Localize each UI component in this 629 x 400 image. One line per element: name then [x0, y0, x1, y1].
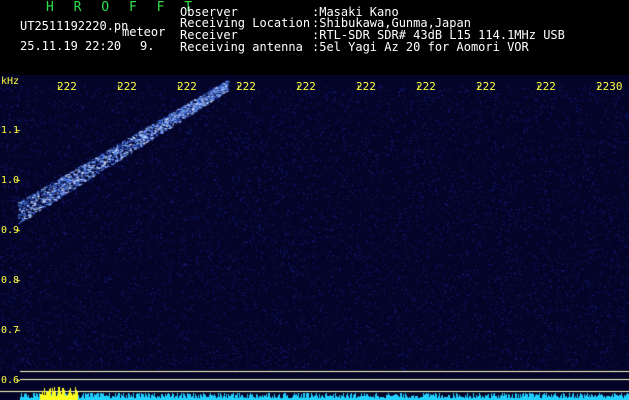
- mode-label: meteor: [122, 25, 166, 39]
- antenna-label: Receiving antenna: [180, 40, 303, 54]
- y-tick-label: 0.7: [1, 325, 20, 336]
- y-tick-label: 1.1: [1, 125, 20, 136]
- x-tick-label: 2230: [596, 80, 623, 93]
- spectrogram-canvas: [0, 75, 629, 400]
- antenna-value: :5el Yagi Az 20 for Aomori VOR: [312, 40, 529, 54]
- count-label: 9.: [140, 39, 155, 53]
- y-tick-label: 0.9: [1, 225, 20, 236]
- y-tick-label: 1.0: [1, 175, 20, 186]
- y-tick-label: 0.6: [1, 375, 20, 386]
- y-unit-label: kHz: [1, 76, 20, 87]
- x-tick-label: 222: [57, 80, 77, 93]
- x-tick-label: 222: [536, 80, 556, 93]
- date-time-label: 25.11.19 22:20: [20, 39, 122, 53]
- filename-label: UT2511192220.pn: [20, 19, 129, 33]
- program-name: H R O F F T: [46, 0, 199, 15]
- x-tick-label: 222: [117, 80, 137, 93]
- x-tick-label: 222: [356, 80, 376, 93]
- x-tick-label: 222: [416, 80, 436, 93]
- x-tick-label: 222: [476, 80, 496, 93]
- x-tick-label: 222: [296, 80, 316, 93]
- x-tick-label: 222: [236, 80, 256, 93]
- y-tick-label: 0.8: [1, 275, 20, 286]
- header-panel: H R O F F T UT2511192220.pn meteor 25.11…: [0, 0, 629, 75]
- x-tick-label: 222: [177, 80, 197, 93]
